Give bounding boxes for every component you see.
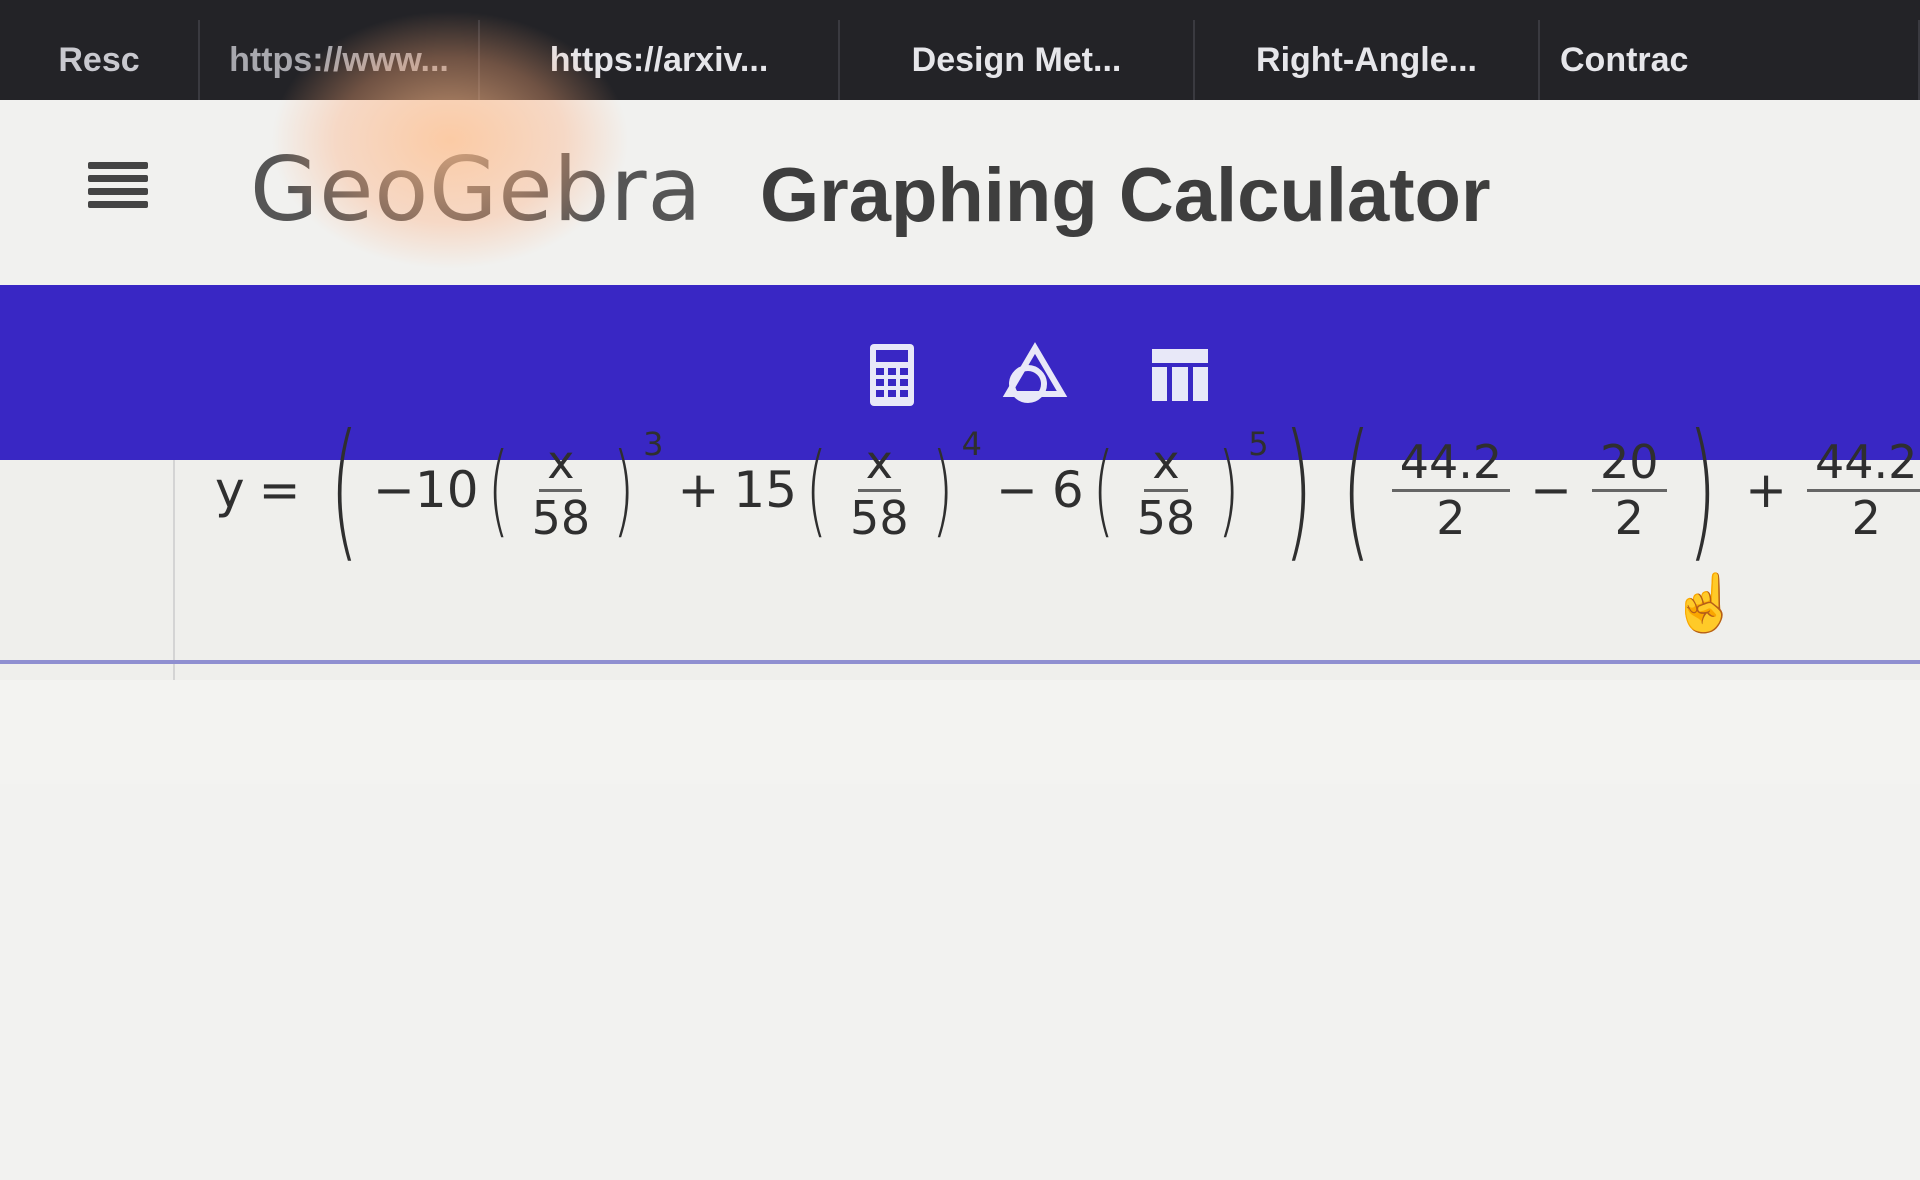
denominator: 2	[1436, 490, 1466, 545]
graphics-view[interactable]	[0, 784, 1920, 1180]
row-divider	[0, 660, 1920, 664]
minus-sign: −	[1530, 461, 1573, 519]
geogebra-logo: GeoGebra	[250, 138, 703, 241]
paren-close: )	[931, 431, 953, 548]
plus-sign: +	[1745, 461, 1787, 519]
hamburger-menu-icon[interactable]	[88, 162, 148, 208]
denominator: 2	[1614, 490, 1644, 545]
numerator: x	[539, 435, 583, 492]
browser-tab[interactable]: Contrac	[1540, 20, 1920, 100]
paren-open: (	[1092, 431, 1114, 548]
exponent: 5	[1248, 425, 1269, 463]
tab-label: https://www...	[229, 40, 449, 79]
minus-sign: −	[995, 461, 1038, 519]
browser-tab-bar: Resc https://www... https://arxiv... Des…	[0, 0, 1920, 100]
tab-label: https://arxiv...	[549, 40, 769, 79]
numerator: x	[1144, 435, 1188, 492]
denominator: 58	[531, 490, 591, 545]
paren-close: )	[1283, 403, 1313, 577]
fraction: 20 2	[1592, 435, 1667, 545]
browser-tab[interactable]: Right-Angle...	[1195, 20, 1540, 100]
numerator: 44.2	[1807, 435, 1920, 492]
equals-sign: =	[258, 461, 301, 519]
paren-open: (	[487, 431, 509, 548]
app-header: GeoGebra Graphing Calculator	[0, 100, 1920, 285]
fraction: x 58	[524, 435, 599, 545]
coefficient: 6	[1051, 461, 1084, 519]
paren-open: (	[1341, 403, 1372, 577]
denominator: 58	[850, 490, 909, 545]
fraction: x 58	[1129, 435, 1204, 545]
tab-label: Design Met...	[911, 40, 1122, 79]
hand-pointer-icon: ☝	[1670, 571, 1740, 634]
numerator: x	[857, 435, 901, 492]
paren-close: )	[612, 431, 635, 548]
fraction: x 58	[842, 435, 917, 545]
tab-label: Contrac	[1560, 40, 1689, 79]
exponent: 4	[961, 425, 982, 463]
paren-close: )	[1687, 403, 1717, 577]
browser-tab[interactable]: https://www...	[200, 20, 480, 100]
numerator: 20	[1592, 435, 1667, 492]
browser-tab[interactable]: Design Met...	[840, 20, 1195, 100]
exponent: 3	[643, 425, 664, 463]
paren-open: (	[329, 403, 359, 577]
fraction: 44.2 2	[1807, 435, 1920, 545]
algebra-expression[interactable]: y = ( −10 ( x 58 ) 3 + 15 ( x 58 ) 4 − 6 (…	[215, 395, 1920, 585]
page-title: Graphing Calculator	[760, 153, 1491, 238]
geogebra-app: GeoGebra Graphing Calculator	[0, 100, 1920, 1180]
paren-close: )	[1218, 431, 1240, 548]
numerator: 44.2	[1391, 435, 1511, 492]
denominator: 58	[1136, 490, 1196, 545]
row-marker	[0, 460, 175, 680]
browser-tab[interactable]: https://arxiv...	[480, 20, 840, 100]
paren-open: (	[805, 431, 828, 548]
browser-tab[interactable]: Resc	[0, 20, 200, 100]
tab-label: Resc	[58, 40, 140, 79]
lhs: y	[215, 461, 245, 519]
coefficient: 15	[733, 461, 798, 519]
coefficient: −10	[373, 461, 479, 519]
plus-sign: +	[677, 461, 720, 519]
tab-label: Right-Angle...	[1256, 40, 1477, 79]
fraction: 44.2 2	[1391, 435, 1511, 545]
denominator: 2	[1851, 490, 1881, 545]
